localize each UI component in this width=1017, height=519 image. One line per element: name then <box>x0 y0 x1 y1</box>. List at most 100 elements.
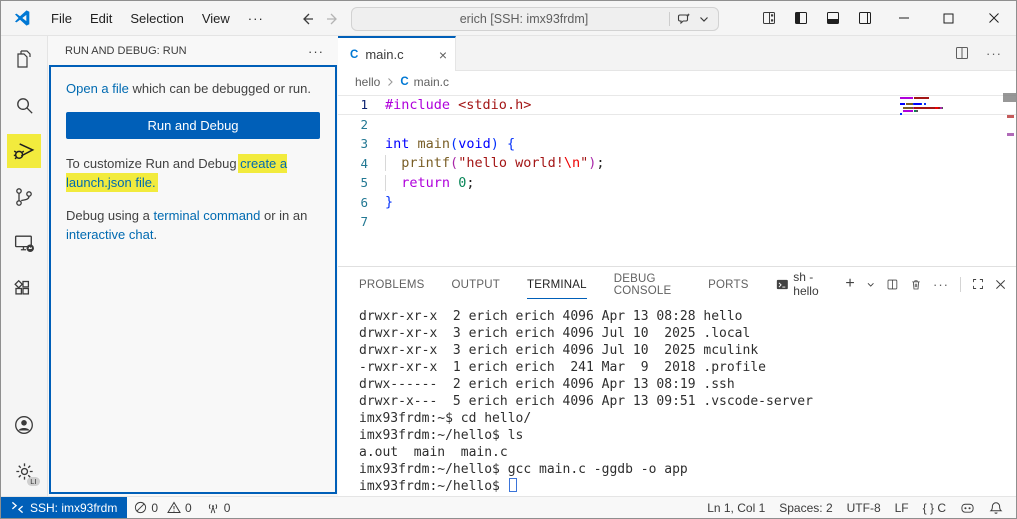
breadcrumb-folder[interactable]: hello <box>355 75 380 89</box>
terminal-line: imx93frdm:~/hello$ gcc main.c -ggdb -o a… <box>359 461 1016 478</box>
overview-ruler-mark <box>1007 133 1014 136</box>
debug-options-paragraph: Debug using a terminal command or in an … <box>66 206 320 245</box>
code-line-6[interactable]: 6} <box>338 193 1016 213</box>
chevron-right-icon <box>385 77 395 87</box>
new-terminal-button[interactable]: + <box>845 276 854 292</box>
terminal-instance-chip[interactable]: sh - hello <box>776 270 835 298</box>
activity-bar: LI <box>1 36 48 496</box>
copilot-status-icon[interactable] <box>953 497 982 518</box>
separator <box>669 12 670 26</box>
explorer-icon[interactable] <box>1 36 48 82</box>
minimize-button[interactable] <box>881 1 926 35</box>
panel-tab-debug-console[interactable]: DEBUG CONSOLE <box>614 264 681 304</box>
back-arrow-icon[interactable] <box>299 11 315 27</box>
bottom-panel: PROBLEMS OUTPUT TERMINAL DEBUG CONSOLE PORTS… <box>338 266 1016 496</box>
line-number: 5 <box>338 175 385 190</box>
panel-tab-output[interactable]: OUTPUT <box>452 270 500 298</box>
customize-layout-button[interactable] <box>753 1 785 35</box>
split-editor-icon[interactable] <box>954 45 970 61</box>
breadcrumb-file[interactable]: main.c <box>414 75 449 89</box>
open-file-paragraph: Open a file which can be debugged or run… <box>66 79 320 99</box>
panel-tab-ports[interactable]: PORTS <box>708 270 748 298</box>
toggle-secondary-sidebar-button[interactable] <box>849 1 881 35</box>
panel-tab-problems[interactable]: PROBLEMS <box>359 270 425 298</box>
radio-tower-icon <box>206 501 220 514</box>
terminal-line: drwxr-xr-x 3 erich erich 4096 Jul 10 202… <box>359 342 1016 359</box>
source-control-icon[interactable] <box>1 174 48 220</box>
menu-file[interactable]: File <box>42 1 81 35</box>
line-number: 2 <box>338 117 385 132</box>
sidebar-text: Debug using a <box>66 208 153 223</box>
code-line-4[interactable]: 4 printf("hello world!\n"); <box>338 154 1016 174</box>
maximize-button[interactable] <box>926 1 971 35</box>
line-number: 1 <box>338 97 385 112</box>
search-icon[interactable] <box>1 82 48 128</box>
extensions-icon[interactable] <box>1 266 48 312</box>
tab-close-icon[interactable]: × <box>439 48 447 62</box>
title-bar: FileEditSelectionView ··· erich [SSH: im… <box>1 1 1016 36</box>
sidebar-link[interactable]: terminal command <box>153 208 260 223</box>
remote-indicator[interactable]: SSH: imx93frdm <box>1 497 127 518</box>
terminal-line: imx93frdm:~/hello$ ls <box>359 427 1016 444</box>
minimap[interactable] <box>900 97 1000 119</box>
panel-more-actions-button[interactable]: ··· <box>933 277 949 292</box>
sidebar-more-actions-button[interactable]: ··· <box>308 44 324 59</box>
problems-indicator[interactable]: 0 0 <box>127 497 198 518</box>
toggle-panel-button[interactable] <box>817 1 849 35</box>
terminal-line: drwxr-xr-x 3 erich erich 4096 Jul 10 202… <box>359 325 1016 342</box>
code-line-5[interactable]: 5 return 0; <box>338 173 1016 193</box>
remote-explorer-icon[interactable] <box>1 220 48 266</box>
tab-main-c[interactable]: C main.c × <box>338 36 456 71</box>
code-editor[interactable]: 1#include <stdio.h>23int main(void) {4 p… <box>338 93 1016 266</box>
trash-icon[interactable] <box>910 277 922 292</box>
editor-tab-strip: C main.c × ··· <box>338 36 1016 71</box>
command-center-search[interactable]: erich [SSH: imx93frdm] <box>351 7 719 31</box>
profile-badge: LI <box>27 477 39 487</box>
status-item[interactable]: UTF-8 <box>840 497 888 518</box>
code-line-3[interactable]: 3int main(void) { <box>338 134 1016 154</box>
editor-more-actions-button[interactable]: ··· <box>986 46 1002 61</box>
breadcrumb[interactable]: hello C main.c <box>338 71 1016 93</box>
menu-more-button[interactable]: ··· <box>239 11 273 26</box>
chevron-down-icon[interactable] <box>866 279 875 290</box>
separator <box>960 277 961 292</box>
code-line-7[interactable]: 7 <box>338 212 1016 232</box>
sidebar-text: . <box>153 227 157 242</box>
error-icon <box>134 501 147 514</box>
annotation-highlight-box <box>7 134 41 168</box>
split-terminal-icon[interactable] <box>886 277 899 292</box>
toggle-primary-sidebar-button[interactable] <box>785 1 817 35</box>
copilot-chat-icon[interactable] <box>676 11 692 27</box>
run-and-debug-button[interactable]: Run and Debug <box>66 112 320 139</box>
run-and-debug-icon[interactable] <box>1 128 48 174</box>
sidebar-link[interactable]: interactive chat <box>66 227 153 242</box>
vscode-logo <box>12 8 32 28</box>
run-view-content: Open a file which can be debugged or run… <box>50 66 336 493</box>
panel-tab-terminal[interactable]: TERMINAL <box>527 270 587 299</box>
notifications-bell-icon[interactable] <box>982 497 1010 518</box>
terminal-output[interactable]: drwxr-xr-x 2 erich erich 4096 Apr 13 08:… <box>338 301 1016 496</box>
sidebar-text: which can be debugged or run. <box>129 81 311 96</box>
account-icon[interactable] <box>1 402 48 448</box>
menu-edit[interactable]: Edit <box>81 1 121 35</box>
chevron-down-icon[interactable] <box>698 13 710 25</box>
search-box-text[interactable]: erich [SSH: imx93frdm] <box>352 12 663 26</box>
status-item[interactable]: Spaces: 2 <box>772 497 839 518</box>
ports-forwarded-indicator[interactable]: 0 <box>199 497 238 518</box>
close-window-button[interactable] <box>971 1 1016 35</box>
status-item[interactable]: LF <box>888 497 916 518</box>
status-item[interactable]: { } C <box>916 497 953 518</box>
terminal-line: imx93frdm:~$ cd hello/ <box>359 410 1016 427</box>
menu-selection[interactable]: Selection <box>121 1 192 35</box>
maximize-panel-icon[interactable] <box>972 277 984 291</box>
sidebar-link[interactable]: Open a file <box>66 81 129 96</box>
minimap-slider[interactable] <box>1003 93 1016 102</box>
settings-gear-icon[interactable]: LI <box>1 448 48 494</box>
menu-view[interactable]: View <box>193 1 239 35</box>
close-panel-icon[interactable] <box>995 278 1006 291</box>
status-item[interactable]: Ln 1, Col 1 <box>700 497 772 518</box>
terminal-line: drwxr-xr-x 2 erich erich 4096 Apr 13 08:… <box>359 308 1016 325</box>
line-number: 3 <box>338 136 385 151</box>
overview-ruler-mark <box>1007 115 1014 118</box>
customize-paragraph: To customize Run and Debug create a laun… <box>66 154 320 193</box>
